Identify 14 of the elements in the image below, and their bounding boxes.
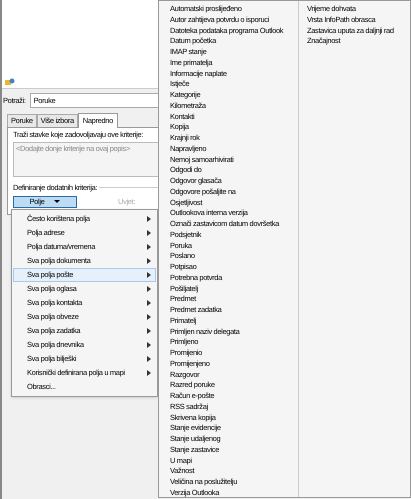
submenu-arrow-icon [147,356,151,362]
submenu-arrow-icon [147,300,151,306]
submenu-arrow-icon [147,244,151,250]
submenu-arrow-icon [147,370,151,376]
submenu-arrow-icon [147,342,151,348]
submenu-arrow-icon [147,314,151,320]
search-folder-icon [5,78,15,86]
submenu-arrow-icon [147,272,151,278]
submenu-arrow-icon [147,258,151,264]
submenu-arrow-icon [147,286,151,292]
dropdown-caret-icon [54,200,60,203]
submenu-arrow-icon [147,328,151,334]
submenu-arrow-icon [147,216,151,222]
submenu-arrow-icon [147,230,151,236]
